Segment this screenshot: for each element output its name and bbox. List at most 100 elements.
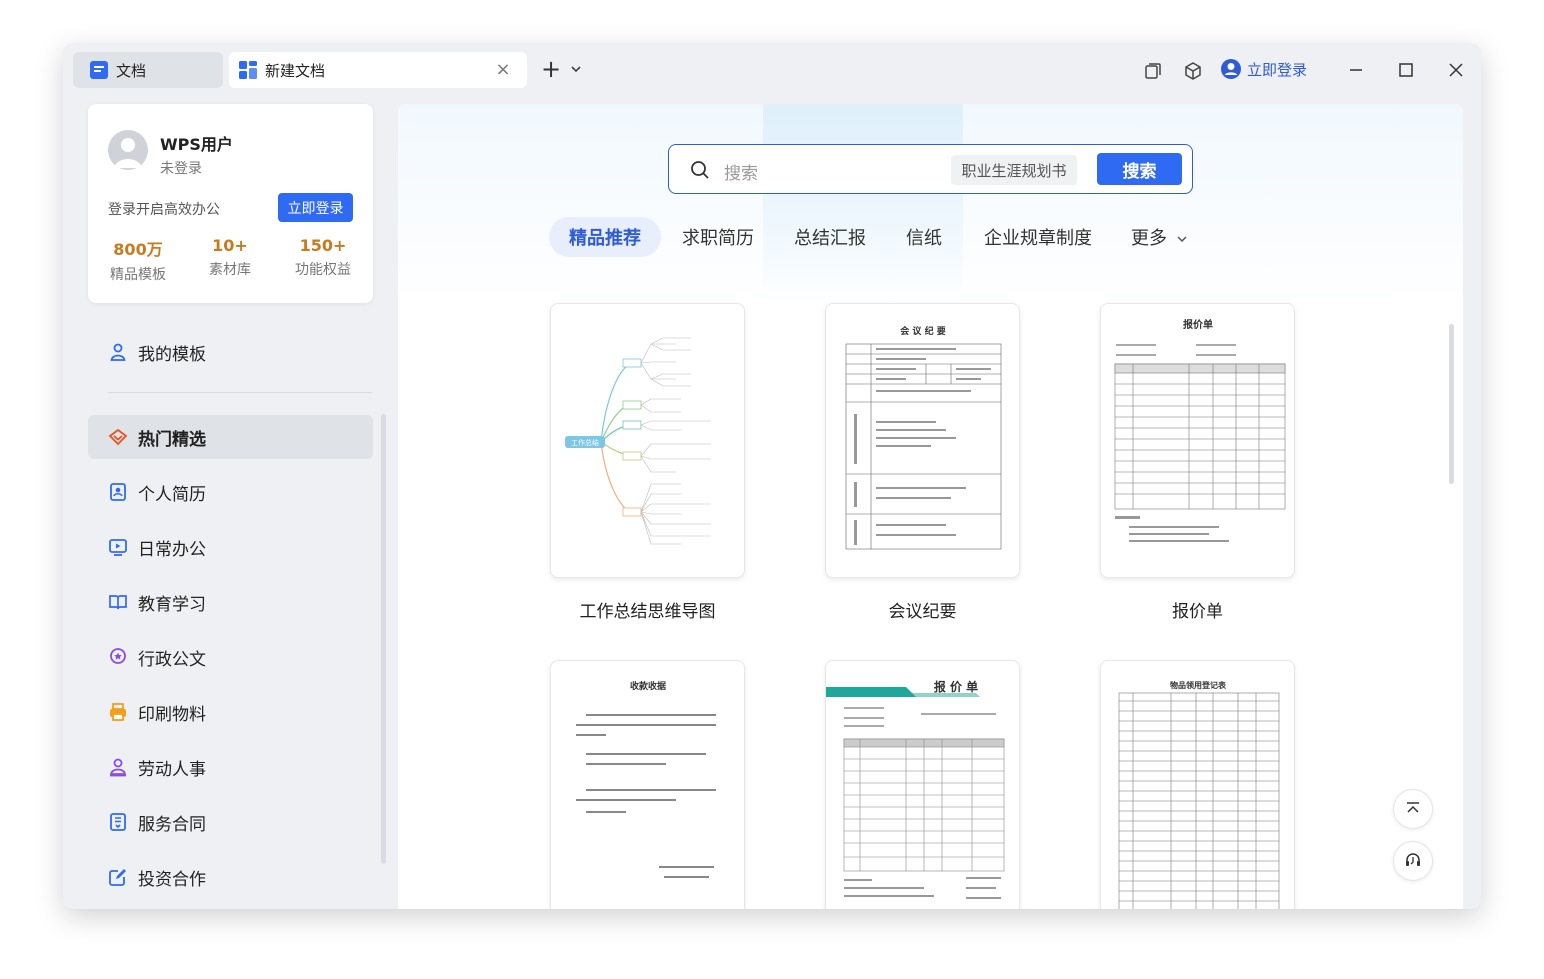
plus-icon[interactable]: + xyxy=(541,57,561,81)
template-title[interactable]: 会议纪要 xyxy=(825,597,1020,622)
stat-label: 精品模板 xyxy=(110,267,166,283)
sidebar-item-office[interactable]: 日常办公 xyxy=(88,525,373,569)
contract-icon xyxy=(108,812,128,832)
stat-benefits[interactable]: 150+ 功能权益 xyxy=(283,236,363,279)
stat-value: 150+ xyxy=(299,236,347,255)
sidebar-item-label: 个人简历 xyxy=(138,484,206,505)
hot-diamond-icon xyxy=(108,427,128,447)
maximize-icon[interactable] xyxy=(1394,58,1418,82)
user-circle-icon xyxy=(1220,58,1242,80)
search-input[interactable]: 搜索 xyxy=(724,159,758,184)
receipt-thumbnail: 收款收据 xyxy=(576,680,716,878)
tab-report[interactable]: 总结汇报 xyxy=(794,217,866,257)
main-scrollbar[interactable] xyxy=(1449,324,1454,484)
minimize-icon[interactable] xyxy=(1344,58,1368,82)
template-card-receipt[interactable]: 收款收据 xyxy=(550,660,745,909)
customer-service-button[interactable] xyxy=(1393,841,1433,881)
search-bar[interactable]: 搜索 职业生涯规划书 搜索 xyxy=(668,144,1193,194)
headset-icon xyxy=(1406,853,1420,866)
sidebar-divider xyxy=(108,392,372,393)
office-icon xyxy=(108,537,128,557)
sidebar-item-hr[interactable]: 劳动人事 xyxy=(88,745,373,789)
tab-resume[interactable]: 求职简历 xyxy=(682,217,754,257)
badge-icon xyxy=(108,647,128,667)
sidebar-item-contract[interactable]: 服务合同 xyxy=(88,800,373,844)
sidebar-item-label: 热门精选 xyxy=(138,429,206,450)
search-button[interactable]: 搜索 xyxy=(1097,153,1182,185)
tab-docs-label: 文档 xyxy=(116,61,147,80)
login-button[interactable]: 立即登录 xyxy=(278,193,353,222)
tab-more-label: 更多 xyxy=(1131,228,1167,249)
left-panel: WPS用户 未登录 登录开启高效办公 立即登录 800万 精品模板 10+ 素材… xyxy=(63,99,393,909)
template-card-quotation[interactable]: 报价单 xyxy=(1100,303,1295,578)
stat-label: 素材库 xyxy=(209,262,251,278)
stat-value: 10+ xyxy=(212,236,248,255)
sidebar-item-label: 服务合同 xyxy=(138,814,206,835)
tab-featured[interactable]: 精品推荐 xyxy=(549,217,661,257)
cube-icon[interactable] xyxy=(1183,59,1203,83)
titlebar-login-label: 立即登录 xyxy=(1247,60,1308,79)
sidebar-item-education[interactable]: 教育学习 xyxy=(88,580,373,624)
sidebar-scrollbar[interactable] xyxy=(381,414,386,864)
sidebar-item-print[interactable]: 印刷物料 xyxy=(88,690,373,734)
sidebar-item-investment[interactable]: 投资合作 xyxy=(88,855,373,899)
back-to-top-button[interactable] xyxy=(1393,789,1433,829)
sidebar-item-resume[interactable]: 个人简历 xyxy=(88,470,373,514)
search-icon xyxy=(689,159,711,181)
tab-docs[interactable]: 文档 xyxy=(73,52,223,88)
tab-regulations[interactable]: 企业规章制度 xyxy=(984,217,1092,257)
user-outline-icon xyxy=(108,342,128,362)
quotation-thumbnail: 报价单 xyxy=(1114,318,1286,542)
sidebar-item-label: 我的模板 xyxy=(138,344,206,365)
tab-more[interactable]: 更多 xyxy=(1131,217,1189,257)
sidebar-item-label: 劳动人事 xyxy=(138,759,206,780)
sidebar-item-label: 教育学习 xyxy=(138,594,206,615)
avatar[interactable] xyxy=(108,130,148,170)
docs-icon xyxy=(89,60,109,80)
sidebar-item-label: 行政公文 xyxy=(138,649,206,670)
sidebar-item-label: 投资合作 xyxy=(138,869,206,890)
stat-materials[interactable]: 10+ 素材库 xyxy=(190,236,270,279)
item-register-thumbnail: 物品领用登记表 xyxy=(1118,680,1280,909)
restore-windows-icon[interactable] xyxy=(1143,59,1163,83)
template-card-mindmap[interactable]: 工作总结 xyxy=(550,303,745,578)
thumbnail-heading: 收款收据 xyxy=(630,680,666,692)
chevron-down-icon[interactable] xyxy=(569,61,583,75)
stat-templates[interactable]: 800万 精品模板 xyxy=(98,236,178,284)
person-icon xyxy=(108,757,128,777)
title-bar: 文档 新建文档 × + 立即登录 xyxy=(63,43,1481,99)
search-hint-tag[interactable]: 职业生涯规划书 xyxy=(951,155,1077,185)
login-promo-text: 登录开启高效办公 xyxy=(108,202,220,218)
template-card-item-register[interactable]: 物品领用登记表 xyxy=(1100,660,1295,909)
sidebar-item-admin[interactable]: 行政公文 xyxy=(88,635,373,679)
thumbnail-heading: 物品领用登记表 xyxy=(1170,680,1227,690)
stat-label: 功能权益 xyxy=(295,262,351,278)
template-card-meeting-minutes[interactable]: 会 议 纪 要 xyxy=(825,303,1020,578)
user-status: 未登录 xyxy=(160,161,202,177)
tab-new-doc[interactable]: 新建文档 × xyxy=(229,52,527,88)
tab-letter-paper[interactable]: 信纸 xyxy=(906,217,942,257)
sidebar-item-label: 印刷物料 xyxy=(138,704,206,725)
template-card-quotation-teal[interactable]: 报 价 单 xyxy=(825,660,1020,909)
titlebar-login-link[interactable]: 立即登录 xyxy=(1220,58,1307,80)
user-card: WPS用户 未登录 登录开启高效办公 立即登录 800万 精品模板 10+ 素材… xyxy=(88,104,373,303)
thumbnail-heading: 报 价 单 xyxy=(934,679,978,694)
thumbnail-heading: 会 议 纪 要 xyxy=(900,325,945,337)
tab-close-icon[interactable]: × xyxy=(495,61,511,79)
edit-icon xyxy=(108,867,128,887)
thumbnail-heading: 报价单 xyxy=(1183,318,1213,331)
mindmap-root-label: 工作总结 xyxy=(571,438,599,447)
tab-new-doc-label: 新建文档 xyxy=(265,61,326,80)
sidebar-item-label: 日常办公 xyxy=(138,539,206,560)
close-icon[interactable] xyxy=(1444,58,1468,82)
printer-icon xyxy=(108,702,128,722)
template-title[interactable]: 报价单 xyxy=(1100,597,1295,622)
grid-doc-icon xyxy=(238,60,258,80)
book-icon xyxy=(108,592,128,612)
back-to-top-icon xyxy=(1407,802,1419,813)
sidebar-item-hot[interactable]: 热门精选 xyxy=(88,415,373,459)
sidebar-item-my-templates[interactable]: 我的模板 xyxy=(88,330,373,374)
template-title[interactable]: 工作总结思维导图 xyxy=(550,597,745,622)
mindmap-thumbnail: 工作总结 xyxy=(565,337,711,545)
meeting-minutes-thumbnail: 会 议 纪 要 xyxy=(845,325,1002,550)
